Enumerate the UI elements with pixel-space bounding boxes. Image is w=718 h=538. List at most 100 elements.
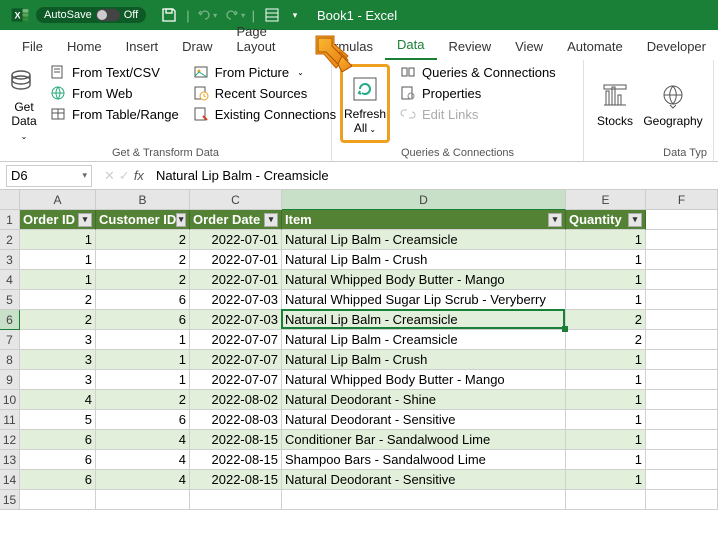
cell-A14[interactable]: 6 [20, 470, 96, 490]
cell-F12[interactable] [646, 430, 718, 450]
cell-B10[interactable]: 2 [96, 390, 190, 410]
cell-D9[interactable]: Natural Whipped Body Butter - Mango [282, 370, 566, 390]
data-area[interactable]: Order ID▾Customer ID▾Order Date▾Item▾Qua… [20, 210, 718, 510]
tab-file[interactable]: File [10, 33, 55, 60]
row-header-15[interactable]: 15 [0, 490, 20, 510]
cell-A5[interactable]: 2 [20, 290, 96, 310]
cell-F7[interactable] [646, 330, 718, 350]
cell-F6[interactable] [646, 310, 718, 330]
cell-A10[interactable]: 4 [20, 390, 96, 410]
row-header-1[interactable]: 1 [0, 210, 20, 230]
row-header-11[interactable]: 11 [0, 410, 20, 430]
cell-B11[interactable]: 6 [96, 410, 190, 430]
cell-C4[interactable]: 2022-07-01 [190, 270, 282, 290]
cell-E15[interactable] [566, 490, 646, 510]
cell-A4[interactable]: 1 [20, 270, 96, 290]
cell-D5[interactable]: Natural Whipped Sugar Lip Scrub - Verybe… [282, 290, 566, 310]
cell-E5[interactable]: 1 [566, 290, 646, 310]
cell-E4[interactable]: 1 [566, 270, 646, 290]
cell-E10[interactable]: 1 [566, 390, 646, 410]
cell-B2[interactable]: 2 [96, 230, 190, 250]
cell-C11[interactable]: 2022-08-03 [190, 410, 282, 430]
tab-automate[interactable]: Automate [555, 33, 635, 60]
cell-D15[interactable] [282, 490, 566, 510]
cell-C10[interactable]: 2022-08-02 [190, 390, 282, 410]
cell-E8[interactable]: 1 [566, 350, 646, 370]
col-header-D[interactable]: D [282, 190, 566, 210]
cell-F5[interactable] [646, 290, 718, 310]
cell-A15[interactable] [20, 490, 96, 510]
cell-F14[interactable] [646, 470, 718, 490]
cell-F3[interactable] [646, 250, 718, 270]
cell-F8[interactable] [646, 350, 718, 370]
cell-B15[interactable] [96, 490, 190, 510]
cell-C13[interactable]: 2022-08-15 [190, 450, 282, 470]
from-table-range-button[interactable]: From Table/Range [46, 104, 183, 124]
col-header-E[interactable]: E [566, 190, 646, 210]
cell-F15[interactable] [646, 490, 718, 510]
tab-insert[interactable]: Insert [114, 33, 171, 60]
cell-D4[interactable]: Natural Whipped Body Butter - Mango [282, 270, 566, 290]
cell-B3[interactable]: 2 [96, 250, 190, 270]
table-header-quantity[interactable]: Quantity▾ [566, 210, 646, 230]
tab-developer[interactable]: Developer [635, 33, 718, 60]
cell-B4[interactable]: 2 [96, 270, 190, 290]
filter-dropdown-icon[interactable]: ▾ [264, 213, 278, 227]
cell-B6[interactable]: 6 [96, 310, 190, 330]
cell-D3[interactable]: Natural Lip Balm - Crush [282, 250, 566, 270]
cell-C8[interactable]: 2022-07-07 [190, 350, 282, 370]
accept-formula-icon[interactable]: ✓ [119, 168, 130, 184]
cell-F11[interactable] [646, 410, 718, 430]
row-header-12[interactable]: 12 [0, 430, 20, 450]
tab-home[interactable]: Home [55, 33, 114, 60]
cell-B13[interactable]: 4 [96, 450, 190, 470]
formula-input[interactable] [150, 165, 718, 187]
cell-B7[interactable]: 1 [96, 330, 190, 350]
stocks-button[interactable]: Stocks [590, 62, 640, 145]
name-box[interactable]: D6 ▾ [6, 165, 92, 187]
cell-A8[interactable]: 3 [20, 350, 96, 370]
cell-B12[interactable]: 4 [96, 430, 190, 450]
properties-button[interactable]: Properties [396, 83, 577, 103]
from-web-button[interactable]: From Web [46, 83, 183, 103]
existing-connections-button[interactable]: Existing Connections [189, 104, 340, 124]
queries-connections-button[interactable]: Queries & Connections [396, 62, 577, 82]
cell-A11[interactable]: 5 [20, 410, 96, 430]
tab-view[interactable]: View [503, 33, 555, 60]
cell-C12[interactable]: 2022-08-15 [190, 430, 282, 450]
cell-A13[interactable]: 6 [20, 450, 96, 470]
cell-A12[interactable]: 6 [20, 430, 96, 450]
refresh-all-button[interactable]: Refresh All ⌄ [340, 64, 390, 143]
worksheet-grid[interactable]: A B C D E F 123456789101112131415 Order … [0, 190, 718, 510]
filter-dropdown-icon[interactable]: ▾ [176, 213, 186, 227]
from-text-csv-button[interactable]: From Text/CSV [46, 62, 183, 82]
cell-D6[interactable]: Natural Lip Balm - Creamsicle [282, 310, 566, 330]
col-header-C[interactable]: C [190, 190, 282, 210]
cell-E12[interactable]: 1 [566, 430, 646, 450]
cell-C3[interactable]: 2022-07-01 [190, 250, 282, 270]
save-button[interactable] [156, 2, 182, 28]
cell-A6[interactable]: 2 [20, 310, 96, 330]
tab-review[interactable]: Review [437, 33, 504, 60]
table-header-item[interactable]: Item▾ [282, 210, 566, 230]
row-header-14[interactable]: 14 [0, 470, 20, 490]
filter-dropdown-icon[interactable]: ▾ [548, 213, 562, 227]
cell-F4[interactable] [646, 270, 718, 290]
cell-D13[interactable]: Shampoo Bars - Sandalwood Lime [282, 450, 566, 470]
cell-C15[interactable] [190, 490, 282, 510]
cell-F10[interactable] [646, 390, 718, 410]
cell-F2[interactable] [646, 230, 718, 250]
cell-E6[interactable]: 2 [566, 310, 646, 330]
cell-E3[interactable]: 1 [566, 250, 646, 270]
cell-D12[interactable]: Conditioner Bar - Sandalwood Lime [282, 430, 566, 450]
cell-C6[interactable]: 2022-07-03 [190, 310, 282, 330]
table-header-order-id[interactable]: Order ID▾ [20, 210, 96, 230]
cell-A9[interactable]: 3 [20, 370, 96, 390]
autosave-toggle[interactable]: AutoSave Off [36, 7, 146, 23]
cell-C2[interactable]: 2022-07-01 [190, 230, 282, 250]
row-header-9[interactable]: 9 [0, 370, 20, 390]
cell-D10[interactable]: Natural Deodorant - Shine [282, 390, 566, 410]
row-header-2[interactable]: 2 [0, 230, 20, 250]
cell-A3[interactable]: 1 [20, 250, 96, 270]
tab-formulas[interactable]: Formulas [307, 33, 385, 60]
